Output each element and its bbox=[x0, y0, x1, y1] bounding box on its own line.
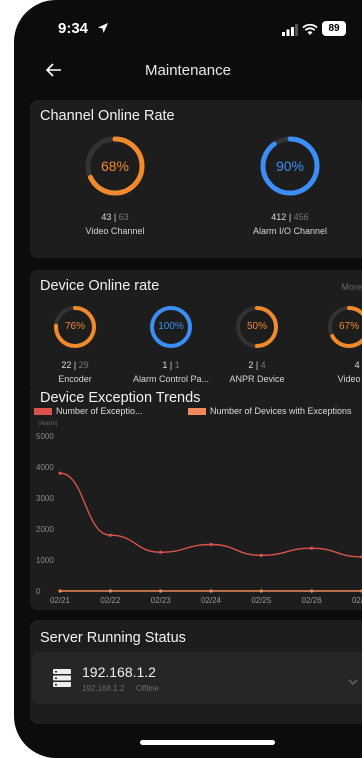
encoder-count: 22 | 29 bbox=[61, 360, 89, 370]
y-tick-label: 3000 bbox=[36, 494, 54, 503]
video-channel-count: 43 | 63 bbox=[101, 212, 129, 222]
wifi-icon bbox=[302, 23, 318, 35]
chevron-down-icon[interactable] bbox=[348, 678, 358, 686]
x-tick-label: 02/24 bbox=[201, 596, 222, 605]
x-tick-label: 02/22 bbox=[100, 596, 121, 605]
data-point bbox=[108, 589, 112, 593]
server-sub-ip: 192.168.1.2 bbox=[82, 684, 125, 693]
y-tick-label: 1000 bbox=[36, 556, 54, 565]
data-point bbox=[159, 589, 163, 593]
data-point bbox=[310, 589, 314, 593]
x-tick-label: 02/27 bbox=[352, 596, 362, 605]
data-point bbox=[108, 533, 112, 537]
device-online-card: Device Online rate More ❯ 76% 22 | 29 En… bbox=[30, 270, 362, 392]
page-title: Maintenance bbox=[145, 62, 231, 79]
alarm-control-panel-percent: 100% bbox=[158, 321, 184, 332]
battery-indicator: 89 bbox=[322, 21, 346, 36]
data-point bbox=[159, 550, 163, 554]
server-status-card: Server Running Status 192.168.1.2 192.16… bbox=[30, 620, 362, 724]
alarm-io-channel-percent: 90% bbox=[275, 158, 305, 174]
x-tick-label: 02/21 bbox=[50, 596, 71, 605]
status-time: 9:34 bbox=[58, 20, 89, 37]
location-arrow-icon bbox=[98, 23, 108, 33]
trend-line-chart: 5000 4000 3000 2000 1000 0 02/21 02/22 02/23 02/2… bbox=[36, 432, 362, 605]
data-point bbox=[259, 589, 263, 593]
video-channel-percent: 68% bbox=[100, 158, 130, 174]
exception-trends-card: Device Exception Trends Number of Except… bbox=[30, 382, 362, 610]
more-link[interactable]: More ❯ bbox=[341, 282, 362, 293]
anpr-device-percent: 50% bbox=[246, 321, 267, 332]
y-tick-label: 4000 bbox=[36, 463, 54, 472]
status-bar: 9:34 89 bbox=[14, 0, 362, 44]
y-tick-label: 5000 bbox=[36, 432, 54, 441]
home-indicator bbox=[140, 740, 275, 745]
signal-icon bbox=[282, 24, 298, 36]
nav-bar: Maintenance bbox=[14, 52, 362, 88]
data-point bbox=[209, 589, 213, 593]
x-tick-label: 02/23 bbox=[151, 596, 172, 605]
x-tick-label: 02/25 bbox=[251, 596, 272, 605]
y-tick-label: 2000 bbox=[36, 525, 54, 534]
legend-devices-with-exceptions[interactable]: Number of Devices with Exceptions bbox=[188, 406, 352, 416]
video-intercom-count: 4 | 6 bbox=[354, 360, 360, 370]
card-title: Server Running Status bbox=[40, 630, 186, 646]
video-intercom-percent: 67% bbox=[338, 321, 359, 332]
phone-screen: 9:34 89 Maintenance Channel Online Rate … bbox=[14, 0, 362, 758]
server-state: Offline bbox=[136, 684, 159, 693]
x-tick-label: 02/26 bbox=[302, 596, 323, 605]
video-channel-label: Video Channel bbox=[85, 226, 145, 236]
alarm-control-panel-count: 1 | 1 bbox=[162, 360, 180, 370]
data-point bbox=[259, 553, 263, 557]
card-title: Device Online rate bbox=[40, 278, 160, 294]
alarm-io-channel-label: Alarm I/O Channel bbox=[252, 226, 328, 236]
data-point bbox=[58, 471, 62, 475]
card-title: Channel Online Rate bbox=[40, 108, 175, 124]
server-ip: 192.168.1.2 bbox=[82, 664, 156, 680]
card-title: Device Exception Trends bbox=[40, 390, 201, 406]
channel-online-card: Channel Online Rate 68% 43 | 63 Video Ch… bbox=[30, 100, 362, 258]
data-point bbox=[310, 546, 314, 550]
server-icon bbox=[53, 669, 71, 687]
data-point bbox=[209, 542, 213, 547]
encoder-percent: 76% bbox=[64, 321, 85, 332]
alarm-io-channel-count: 412 | 456 bbox=[271, 212, 309, 222]
data-point bbox=[58, 589, 62, 593]
y-tick-label: 0 bbox=[36, 587, 41, 596]
legend-exceptions[interactable]: Number of Exceptio... bbox=[34, 406, 143, 416]
anpr-device-count: 2 | 4 bbox=[248, 360, 266, 370]
